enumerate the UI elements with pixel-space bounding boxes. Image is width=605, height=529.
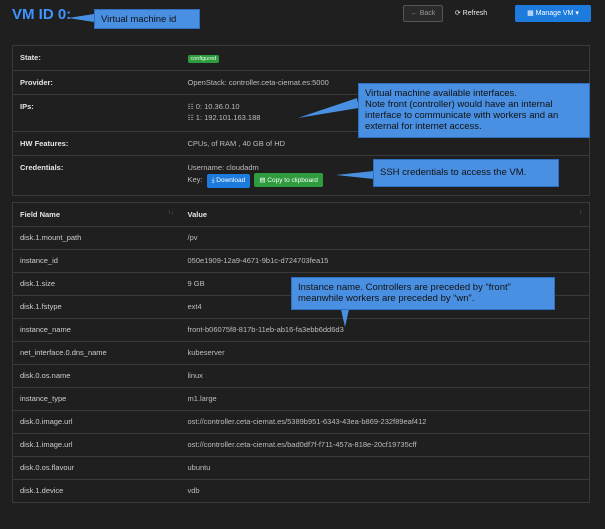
refresh-icon: ⟳	[454, 10, 461, 17]
sort-icon: ↑↓	[167, 210, 174, 216]
manage-icon: ▦	[527, 10, 534, 17]
state-row: State: configured	[12, 45, 590, 71]
state-label: State:	[12, 45, 181, 71]
caret-down-icon: ▾	[575, 10, 579, 17]
callout-pointer	[336, 171, 374, 179]
network-icon: ☷	[187, 104, 194, 111]
value-header[interactable]: Value ↕	[180, 202, 590, 227]
table-row: instance_type m1.large	[12, 387, 590, 411]
interfaces-callout: Virtual machine available interfaces. No…	[358, 83, 590, 138]
table-row: instance_name front-b06075f8-817b-11eb-ab…	[12, 318, 590, 342]
credentials-label: Credentials:	[12, 155, 181, 196]
back-button[interactable]: ← Back	[403, 5, 443, 22]
refresh-button[interactable]: ⟳ Refresh	[449, 5, 493, 22]
table-row: instance_id 050e1909-12a9-4671-9b1c-d7247…	[12, 249, 590, 273]
ssh-callout: SSH credentials to access the VM.	[373, 159, 559, 187]
refresh-label: Refresh	[462, 10, 488, 17]
arrow-left-icon: ←	[410, 10, 418, 17]
ip-1: 1: 192.101.163.188	[195, 113, 261, 122]
ips-label: IPs:	[12, 94, 181, 132]
manage-vm-button[interactable]: ▦ Manage VM ▾	[515, 5, 591, 22]
fields-header-row: Field Name ↑↓ Value ↕	[12, 202, 590, 227]
back-label: Back	[419, 10, 436, 17]
status-badge: configured	[187, 55, 220, 63]
key-label: Key:	[187, 175, 203, 184]
page-title: VM ID 0:	[12, 6, 72, 23]
table-row: disk.0.os.name linux	[12, 364, 590, 388]
fields-table: Field Name ↑↓ Value ↕ disk.1.mount_path /…	[12, 202, 590, 503]
table-row: disk.1.image.url ost://controller.ceta-ci…	[12, 433, 590, 457]
download-key-button[interactable]: ⤓ Download	[206, 174, 251, 188]
field-name-header[interactable]: Field Name ↑↓	[12, 202, 181, 227]
table-row: disk.0.os.flavour ubuntu	[12, 456, 590, 480]
table-row: disk.1.device vdb	[12, 479, 590, 503]
clipboard-icon: ▤	[259, 177, 266, 184]
hw-label: HW Features:	[12, 131, 181, 156]
manage-label: Manage VM	[535, 10, 574, 17]
table-row: disk.1.mount_path/pv	[12, 226, 590, 250]
copy-to-clipboard-button[interactable]: ▤ Copy to clipboard	[254, 173, 323, 187]
network-icon: ☷	[187, 115, 194, 122]
table-row: net_interface.0.dns_name kubeserver	[12, 341, 590, 365]
vm-id-callout: Virtual machine id	[94, 9, 200, 29]
ip-0: 0: 10.36.0.10	[195, 102, 240, 111]
sort-icon: ↕	[579, 210, 582, 216]
callout-pointer	[68, 14, 94, 22]
provider-label: Provider:	[12, 70, 181, 95]
download-icon: ⤓	[211, 177, 215, 184]
instance-name-callout: Instance name. Controllers are preceded …	[291, 277, 555, 310]
table-row: disk.0.image.url ost://controller.ceta-ci…	[12, 410, 590, 434]
